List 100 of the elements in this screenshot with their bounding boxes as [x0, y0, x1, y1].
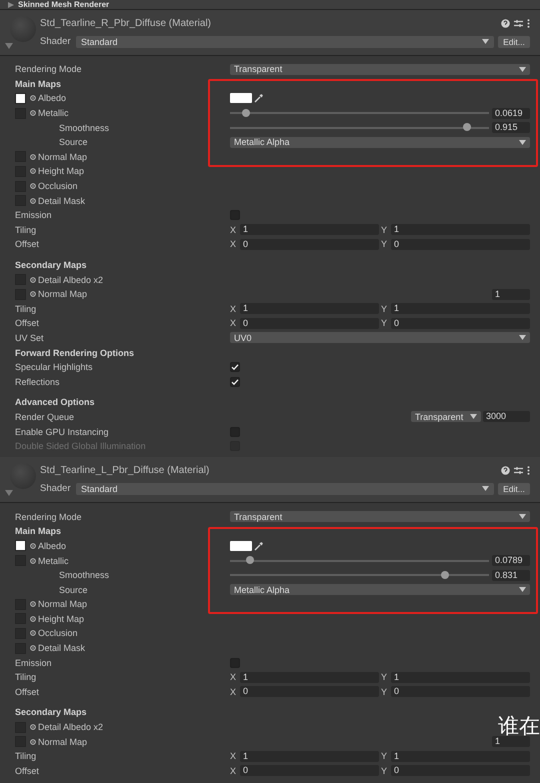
object-picker-icon[interactable] [30, 724, 36, 730]
field-label: Secondary Maps [15, 707, 87, 718]
axis-label: X [230, 672, 238, 682]
dropdown[interactable]: Transparent [411, 411, 481, 422]
object-picker-icon[interactable] [30, 558, 36, 564]
slider-thumb[interactable] [246, 556, 254, 564]
shader-dropdown[interactable]: Standard [76, 482, 494, 495]
dropdown-caret-icon [519, 587, 526, 592]
field-label: Albedo [38, 93, 66, 104]
eyedropper-icon[interactable] [254, 93, 264, 104]
number-field[interactable]: 0 [240, 765, 379, 776]
more-menu-icon[interactable] [527, 19, 530, 28]
number-field[interactable]: 0 [391, 238, 530, 250]
dropdown[interactable]: Transparent [230, 64, 530, 75]
object-picker-icon[interactable] [30, 601, 36, 608]
texture-slot[interactable] [15, 540, 26, 552]
object-picker-icon[interactable] [30, 198, 36, 204]
dropdown-caret-icon [482, 486, 489, 492]
field-label: Height Map [38, 614, 84, 624]
number-field[interactable]: 1 [240, 750, 379, 762]
color-field[interactable] [230, 540, 252, 551]
slider-track[interactable] [230, 112, 489, 114]
shader-dropdown[interactable]: Standard [76, 36, 494, 48]
field-label: Offset [15, 686, 39, 697]
number-field[interactable]: 1 [391, 672, 530, 683]
edit-button[interactable]: Edit... [498, 482, 530, 495]
object-picker-icon[interactable] [30, 154, 36, 160]
number-field[interactable]: 0.831 [492, 570, 530, 581]
number-field[interactable]: 3000 [483, 411, 530, 422]
object-picker-icon[interactable] [30, 616, 36, 622]
number-field[interactable]: 0.0619 [492, 108, 530, 119]
dropdown-caret-icon [519, 514, 526, 520]
object-picker-icon[interactable] [30, 738, 36, 745]
eyedropper-icon[interactable] [254, 540, 264, 551]
number-field[interactable]: 1 [492, 736, 530, 748]
field-label: Normal Map [38, 599, 88, 610]
object-picker-icon[interactable] [30, 183, 36, 190]
checkbox[interactable] [230, 658, 240, 668]
help-icon[interactable] [501, 19, 510, 28]
foldout-arrow-icon[interactable] [5, 43, 13, 49]
slider-track[interactable] [230, 574, 489, 576]
checkbox[interactable] [230, 362, 240, 372]
checkbox[interactable] [230, 376, 240, 387]
object-picker-icon[interactable] [30, 95, 36, 102]
texture-slot[interactable] [15, 92, 26, 104]
number-field[interactable]: 0 [240, 318, 379, 329]
number-field[interactable]: 1 [391, 750, 530, 762]
object-picker-icon[interactable] [30, 542, 36, 549]
dropdown[interactable]: UV0 [230, 332, 530, 344]
dropdown-caret-icon [519, 66, 526, 72]
number-field[interactable]: 1 [240, 672, 379, 683]
number-field[interactable]: 0 [240, 686, 379, 698]
field-label: Emission [15, 210, 52, 220]
help-icon[interactable] [501, 466, 510, 476]
slider-thumb[interactable] [441, 570, 450, 579]
axis-label: Y [381, 672, 388, 682]
foldout-arrow-icon[interactable] [5, 490, 13, 496]
dropdown-caret-icon [470, 414, 477, 420]
number-field[interactable]: 1 [240, 224, 379, 236]
foldout-arrow-icon[interactable] [8, 2, 14, 8]
object-picker-icon[interactable] [30, 291, 36, 298]
field-label: Forward Rendering Options [15, 348, 134, 358]
checkbox[interactable] [230, 210, 240, 220]
number-field[interactable]: 0 [391, 765, 530, 776]
number-field[interactable]: 1 [240, 303, 379, 314]
number-field[interactable]: 0 [240, 238, 379, 250]
checkbox[interactable] [230, 426, 240, 437]
object-picker-icon[interactable] [30, 168, 36, 174]
dropdown[interactable]: Metallic Alpha [230, 584, 530, 596]
settings-sliders-icon[interactable] [514, 466, 523, 476]
number-field[interactable]: 0.0789 [492, 555, 530, 566]
slider-thumb[interactable] [462, 123, 471, 132]
axis-label: Y [381, 224, 388, 235]
object-picker-icon[interactable] [30, 110, 36, 116]
more-menu-icon[interactable] [527, 466, 530, 476]
color-field[interactable] [230, 93, 252, 104]
field-label: Shader [40, 483, 72, 494]
field-label: Detail Mask [38, 196, 86, 206]
settings-sliders-icon[interactable] [514, 19, 523, 28]
dropdown-caret-icon [519, 140, 526, 145]
number-field[interactable]: 1 [492, 288, 530, 300]
slider-thumb[interactable] [242, 108, 250, 117]
object-picker-icon[interactable] [30, 276, 36, 283]
number-field[interactable]: 0 [391, 686, 530, 698]
number-field[interactable]: 0.915 [492, 122, 530, 134]
number-field[interactable]: 0 [391, 318, 530, 329]
dropdown[interactable]: Metallic Alpha [230, 136, 530, 148]
number-field[interactable]: 1 [391, 303, 530, 314]
axis-label: Y [381, 304, 388, 314]
field-label: Advanced Options [15, 397, 95, 408]
object-picker-icon[interactable] [30, 645, 36, 652]
field-label: Source [59, 584, 88, 595]
object-picker-icon[interactable] [30, 630, 36, 636]
field-label: Shader [40, 36, 72, 47]
field-label: Source [59, 137, 88, 148]
number-field[interactable]: 1 [391, 224, 530, 236]
axis-label: X [230, 304, 238, 314]
dropdown[interactable]: Transparent [230, 511, 530, 522]
field-label: Metallic [38, 108, 69, 118]
edit-button[interactable]: Edit... [498, 36, 530, 48]
